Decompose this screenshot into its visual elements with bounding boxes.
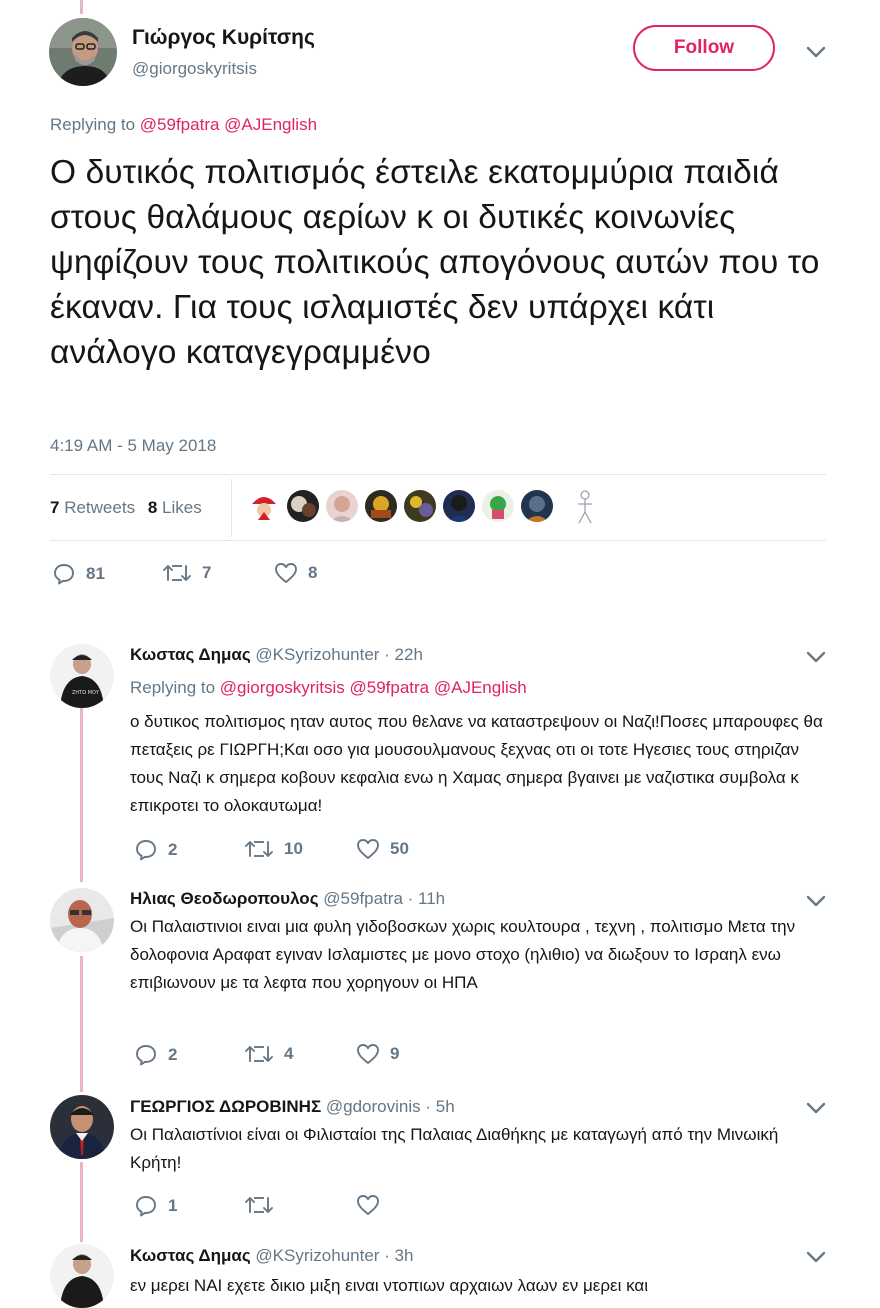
liker-avatar[interactable] <box>404 490 436 522</box>
chevron-down-icon[interactable] <box>805 650 827 664</box>
reply-button[interactable]: 81 <box>52 562 105 586</box>
liker-avatar[interactable] <box>287 490 319 522</box>
reply-count: 2 <box>168 1045 178 1064</box>
like-count: 9 <box>390 1044 400 1063</box>
heart-icon <box>357 1195 379 1215</box>
heart-icon <box>357 839 379 859</box>
liker-avatar[interactable] <box>248 490 280 522</box>
stats-separator <box>231 479 232 537</box>
retweets-stat[interactable]: 7 Retweets <box>50 498 135 517</box>
chevron-down-icon[interactable] <box>805 1250 827 1264</box>
reply-text: ο δυτικος πολιτισμος ηταν αυτος που θελα… <box>130 712 823 815</box>
divider <box>50 474 826 475</box>
reply-count: 81 <box>86 564 105 583</box>
retweet-button[interactable] <box>244 1194 284 1216</box>
tweet-text: Ο δυτικός πολιτισμός έστειλε εκατομμύρια… <box>50 154 820 371</box>
liker-avatar[interactable] <box>326 490 358 522</box>
author-handle[interactable]: @giorgoskyritsis <box>132 59 257 79</box>
reply-time[interactable]: 22h <box>395 645 423 664</box>
reply-header: ΓΕΩΡΓΙΟΣ ΔΩΡΟΒΙΝΗΣ @gdorovinis · 5h <box>130 1097 455 1116</box>
reply-avatar[interactable] <box>50 1095 114 1159</box>
liker-avatar[interactable] <box>482 490 514 522</box>
reply-author-handle[interactable]: @KSyrizohunter <box>255 1246 379 1265</box>
author-avatar[interactable] <box>49 18 117 86</box>
reply-time[interactable]: 3h <box>395 1246 414 1265</box>
thread-line-3 <box>80 1162 83 1242</box>
reply-header: Ηλιας Θεοδωροπουλος @59fpatra · 11h <box>130 889 446 908</box>
reply-header: Κωστας Δημας @KSyrizohunter · 3h <box>130 1246 414 1265</box>
mention-link[interactable]: @giorgoskyritsis <box>220 678 345 697</box>
reply-count: 1 <box>168 1196 178 1215</box>
retweet-icon <box>245 1197 273 1213</box>
thread-line-top <box>80 0 83 14</box>
chevron-down-icon[interactable] <box>805 45 827 59</box>
reply-author-handle[interactable]: @KSyrizohunter <box>255 645 379 664</box>
thread-line-2 <box>80 956 83 1092</box>
reply-button[interactable]: 2 <box>134 838 177 862</box>
reply-author-name[interactable]: Ηλιας Θεοδωροπουλος <box>130 889 319 908</box>
heart-icon <box>357 1044 379 1064</box>
reply-author-handle[interactable]: @59fpatra <box>323 889 403 908</box>
chevron-down-icon[interactable] <box>805 894 827 908</box>
liker-avatar[interactable] <box>521 490 553 522</box>
reply-icon <box>136 1045 156 1066</box>
tweet-stats: 7 Retweets 8 Likes <box>50 498 202 518</box>
retweet-button[interactable]: 10 <box>244 838 303 860</box>
reply-author-name[interactable]: Κωστας Δημας <box>130 1246 251 1265</box>
likes-stat[interactable]: 8 Likes <box>148 498 202 517</box>
person-outline-icon[interactable] <box>573 488 597 526</box>
reply-avatar[interactable] <box>50 1244 114 1308</box>
retweet-count: 10 <box>284 839 303 858</box>
reply-text: εν μερει ΝΑΙ εχετε δικιο μιξη ειναι ντοπ… <box>130 1276 648 1295</box>
liker-avatar[interactable] <box>443 490 475 522</box>
reply-icon <box>54 564 74 585</box>
replying-to-label: Replying to <box>50 115 136 134</box>
thread-line-1 <box>80 706 83 882</box>
reply-time[interactable]: 11h <box>418 889 445 908</box>
like-button[interactable] <box>356 1194 390 1216</box>
like-count: 8 <box>308 563 318 582</box>
like-button[interactable]: 8 <box>274 562 317 584</box>
heart-icon <box>275 563 297 583</box>
author-name[interactable]: Γιώργος Κυρίτσης <box>132 26 315 50</box>
reply-header: Κωστας Δημας @KSyrizohunter · 22h <box>130 645 423 664</box>
like-button[interactable]: 9 <box>356 1043 399 1065</box>
reply-avatar[interactable] <box>50 888 114 952</box>
mention-link[interactable]: @AJEnglish <box>224 115 317 134</box>
mention-link[interactable]: @59fpatra <box>349 678 429 697</box>
liker-avatar[interactable] <box>365 490 397 522</box>
retweet-button[interactable]: 4 <box>244 1043 293 1065</box>
like-count: 50 <box>390 839 409 858</box>
reply-author-name[interactable]: ΓΕΩΡΓΙΟΣ ΔΩΡΟΒΙΝΗΣ <box>130 1097 321 1116</box>
replying-to-line: Replying to @giorgoskyritsis @59fpatra @… <box>130 678 527 697</box>
mention-link[interactable]: @AJEnglish <box>434 678 527 697</box>
reply-icon <box>136 1196 156 1217</box>
reply-text: Οι Παλαιστινιοι ειναι μια φυλη γιδοβοσκω… <box>130 917 796 992</box>
reply-icon <box>136 840 156 861</box>
follow-button[interactable]: Follow <box>633 25 775 71</box>
reply-author-handle[interactable]: @gdorovinis <box>326 1097 421 1116</box>
chevron-down-icon[interactable] <box>805 1101 827 1115</box>
replying-to-line: Replying to @59fpatra @AJEnglish <box>50 115 317 135</box>
retweet-icon <box>245 1046 273 1062</box>
reply-avatar[interactable]: ΖΗΤΩ ΜΟΥ <box>50 644 114 708</box>
svg-text:ΖΗΤΩ ΜΟΥ: ΖΗΤΩ ΜΟΥ <box>72 690 100 696</box>
reply-button[interactable]: 2 <box>134 1043 177 1067</box>
retweet-button[interactable]: 7 <box>162 562 211 584</box>
divider <box>50 540 826 541</box>
tweet-timestamp[interactable]: 4:19 AM - 5 May 2018 <box>50 436 216 456</box>
retweet-count: 4 <box>284 1044 294 1063</box>
retweet-icon <box>245 841 273 857</box>
reply-button[interactable]: 1 <box>134 1194 177 1218</box>
reply-time[interactable]: 5h <box>436 1097 455 1116</box>
reply-text: Οι Παλαιστίνιοι είναι οι Φιλισταίοι της … <box>130 1125 779 1172</box>
reply-count: 2 <box>168 840 178 859</box>
reply-author-name[interactable]: Κωστας Δημας <box>130 645 251 664</box>
like-button[interactable]: 50 <box>356 838 409 860</box>
retweet-count: 7 <box>202 563 212 582</box>
mention-link[interactable]: @59fpatra <box>140 115 220 134</box>
retweet-icon <box>163 565 191 581</box>
